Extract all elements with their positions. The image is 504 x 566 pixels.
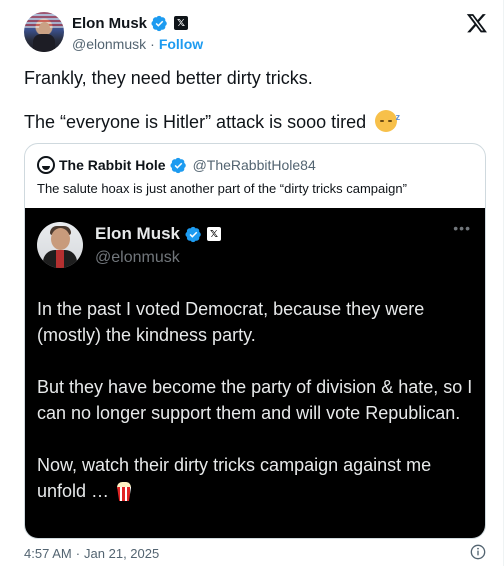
tweet-line-2: The “everyone is Hitler” attack is sooo … — [24, 110, 484, 134]
quoted-author-avatar — [37, 156, 55, 174]
post-timestamp[interactable]: 4:57 AM · Jan 21, 2025 — [24, 546, 159, 561]
embedded-paragraph-3-text: Now, watch their dirty tricks campaign a… — [37, 455, 432, 501]
embedded-screenshot: Elon Musk 𝕏 @elonmusk ••• In the past I … — [25, 208, 485, 538]
quoted-author-name: The Rabbit Hole — [59, 157, 166, 173]
post-date: Jan 21, 2025 — [84, 546, 160, 561]
x-logo-icon: 𝕏 — [174, 16, 189, 30]
info-icon[interactable] — [470, 544, 486, 560]
author-handle-row: @elonmusk · Follow — [72, 36, 203, 52]
timestamp-separator: · — [75, 546, 81, 561]
avatar-body — [33, 34, 55, 52]
author-name-row: Elon Musk 𝕏 — [72, 14, 189, 32]
x-logo-icon[interactable] — [466, 12, 488, 34]
embedded-paragraph-1: In the past I voted Democrat, because th… — [37, 299, 425, 345]
author-handle[interactable]: @elonmusk — [72, 36, 146, 52]
more-options-icon: ••• — [453, 220, 471, 236]
quoted-author-handle: @TheRabbitHole84 — [192, 157, 316, 173]
popcorn-icon — [116, 481, 132, 501]
tweet-card: Elon Musk 𝕏 @elonmusk · Follow Frankly, … — [0, 0, 504, 566]
embedded-post-text: In the past I voted Democrat, because th… — [37, 296, 477, 530]
embedded-author-avatar — [37, 222, 83, 268]
sleeping-face-icon: z — [375, 110, 400, 132]
quoted-post-header: The Rabbit Hole @TheRabbitHole84 — [37, 156, 316, 174]
handle-separator: · — [150, 36, 155, 52]
tweet-text: Frankly, they need better dirty tricks. … — [24, 66, 484, 154]
quoted-post-text: The salute hoax is just another part of … — [37, 181, 407, 196]
post-time: 4:57 AM — [24, 546, 72, 561]
tweet-line-2-text: The “everyone is Hitler” attack is sooo … — [24, 112, 367, 132]
embedded-author-handle: @elonmusk — [95, 249, 180, 266]
embedded-name-row: Elon Musk 𝕏 — [95, 224, 222, 244]
author-name[interactable]: Elon Musk — [72, 15, 147, 32]
quoted-post[interactable]: The Rabbit Hole @TheRabbitHole84 The sal… — [24, 143, 486, 539]
tweet-line-1: Frankly, they need better dirty tricks. — [24, 68, 313, 88]
follow-button[interactable]: Follow — [159, 36, 203, 52]
author-avatar[interactable] — [24, 12, 64, 52]
x-logo-icon: 𝕏 — [207, 227, 222, 241]
verified-check-icon — [151, 15, 167, 31]
embedded-paragraph-2: But they have become the party of divisi… — [37, 377, 473, 423]
embedded-paragraph-3: Now, watch their dirty tricks campaign a… — [37, 452, 477, 504]
verified-check-icon — [185, 226, 201, 242]
embedded-author-name: Elon Musk — [95, 224, 181, 243]
verified-check-icon — [170, 157, 186, 173]
